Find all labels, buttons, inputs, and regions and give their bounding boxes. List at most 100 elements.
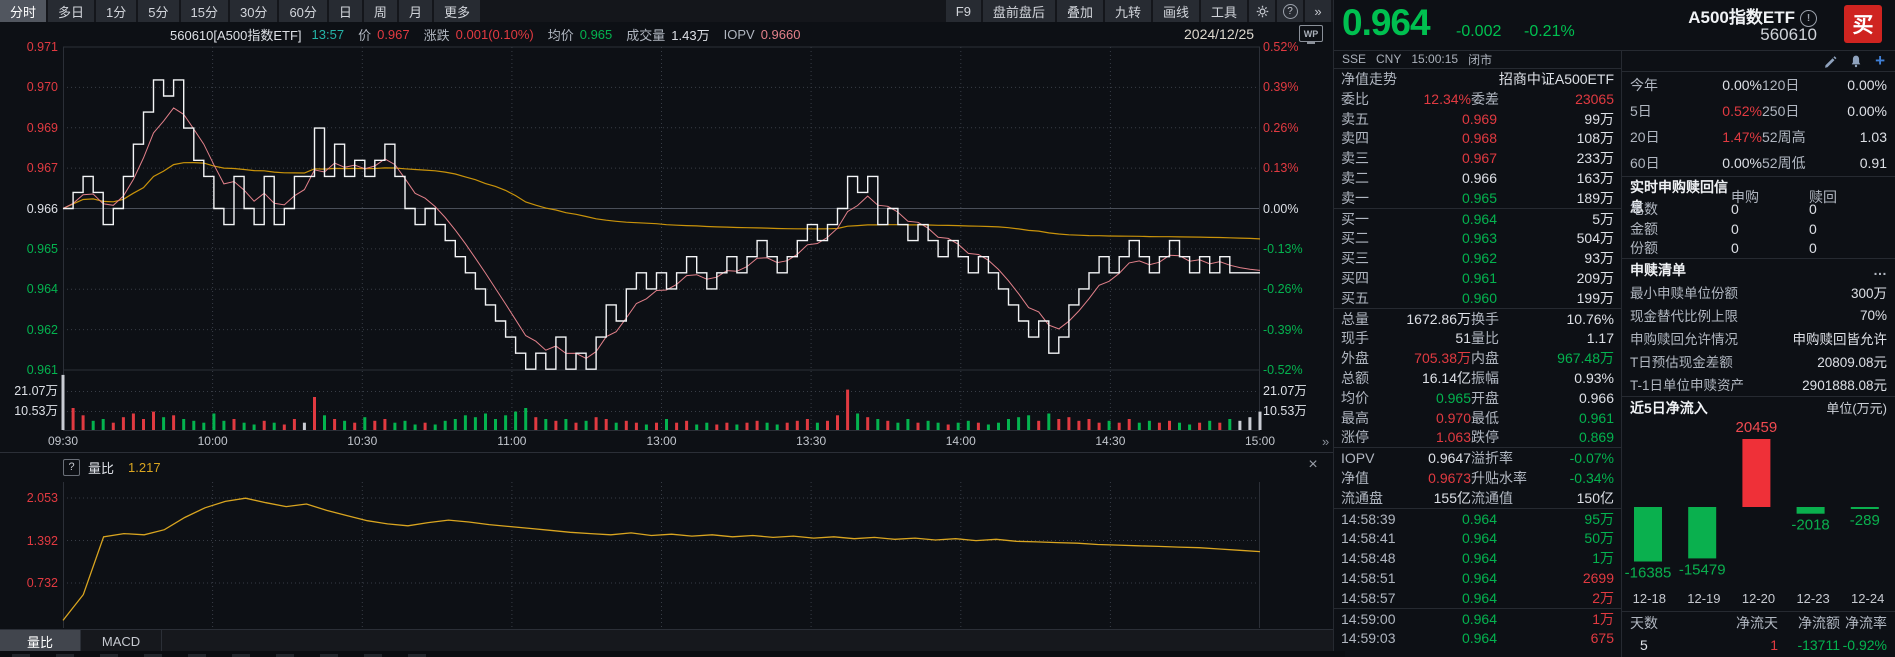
tick-time: 14:58:48 <box>1341 550 1396 567</box>
bid-row[interactable]: 买二 0.963 504万 <box>1334 228 1621 248</box>
quote-time: 13:57 <box>311 26 345 42</box>
buy-button[interactable]: 买 <box>1844 5 1882 43</box>
tool-item-叠加[interactable]: 叠加 <box>1056 0 1103 22</box>
percent-axis-label: -0.52% <box>1263 363 1303 377</box>
panel-collapse-handle[interactable]: » <box>1322 434 1329 449</box>
help-icon[interactable]: ? <box>1277 0 1303 22</box>
shenshu-row: 申购赎回允许情况 申购赎回皆允许 <box>1622 327 1895 350</box>
tick-time: 14:58:39 <box>1341 510 1396 527</box>
percent-axis-label: -0.39% <box>1263 322 1303 337</box>
indicator-tab-量比[interactable]: 量比 <box>0 630 81 652</box>
quote-header: 0.964 -0.002 -0.21% A500指数ETF! 560610 买 <box>1334 0 1895 51</box>
ask-row[interactable]: 卖五 0.969 99万 <box>1334 109 1621 129</box>
value: 0.970 <box>1435 409 1471 426</box>
tool-item-画线[interactable]: 画线 <box>1152 0 1199 22</box>
ask-label: 卖五 <box>1341 110 1369 127</box>
security-code: 560610 <box>1760 25 1817 44</box>
ask-row[interactable]: 卖一 0.965 189万 <box>1334 188 1621 208</box>
svg-text:-2018: -2018 <box>1791 516 1829 533</box>
perf-value: 0.91 <box>1859 155 1887 171</box>
shenshu-row: 现金替代比例上限 70% <box>1622 304 1895 327</box>
price-label: 价 <box>358 27 372 43</box>
iopv-label: IOPV <box>723 26 755 42</box>
period-tab-1分[interactable]: 1分 <box>96 0 137 22</box>
netflow-footer-headers: 天数 净流天 净流额 净流率 <box>1622 610 1895 634</box>
ask-price: 0.968 <box>1461 130 1497 147</box>
period-tab-5分[interactable]: 5分 <box>138 0 179 22</box>
bid-price: 0.964 <box>1461 210 1497 227</box>
indicator-tab-MACD[interactable]: MACD <box>81 630 162 652</box>
ask-row[interactable]: 卖三 0.967 233万 <box>1334 148 1621 168</box>
perf-label: 60日 <box>1630 155 1660 171</box>
netflow-footer-value: 5 <box>1640 636 1648 653</box>
perf-label: 20日 <box>1630 129 1660 145</box>
value: 967.48万 <box>1557 350 1614 367</box>
period-tab-分时[interactable]: 分时 <box>0 0 47 22</box>
volume-axis-label: 10.53万 <box>1263 404 1307 418</box>
perf-value: 0.00% <box>1847 77 1887 93</box>
price-axis-label: 0.966 <box>26 201 58 216</box>
bid-price: 0.962 <box>1461 250 1497 267</box>
period-tab-日[interactable]: 日 <box>328 0 362 22</box>
time-axis-label: 14:30 <box>1095 434 1126 448</box>
rt-label: 金额 <box>1630 220 1658 237</box>
time-axis-label: 10:30 <box>347 434 378 448</box>
period-tab-多日[interactable]: 多日 <box>48 0 95 22</box>
toolbar-right: F9 盘前盘后 叠加 九转 画线 工具 ? » <box>945 0 1333 22</box>
tick-row: 14:59:00 0.964 1万 <box>1334 609 1621 629</box>
subchart-legend: ? 量比 1.217 <box>63 456 161 478</box>
rt-redeem: 0 <box>1809 220 1817 237</box>
tool-item-盘前盘后[interactable]: 盘前盘后 <box>982 0 1055 22</box>
perf-label: 5日 <box>1630 103 1652 119</box>
volume-axis-label: 10.53万 <box>14 404 58 418</box>
indicator-help-icon[interactable]: ? <box>63 458 80 476</box>
percent-axis-label: 0.26% <box>1263 120 1299 135</box>
percent-axis-label: -0.26% <box>1263 282 1303 297</box>
toolbar-expand-icon[interactable]: » <box>1305 0 1331 22</box>
tool-item-工具[interactable]: 工具 <box>1200 0 1247 22</box>
period-tab-15分[interactable]: 15分 <box>180 0 228 22</box>
tick-row: 14:59:03 0.964 675 <box>1334 628 1621 648</box>
tool-item-F9[interactable]: F9 <box>945 0 981 22</box>
rt-subscribe: 0 <box>1731 220 1739 237</box>
realtime-row: 份额 0 0 <box>1622 238 1895 258</box>
tick-volume: 2万 <box>1592 589 1614 606</box>
alert-bell-icon[interactable] <box>1849 54 1863 68</box>
value: 51 <box>1455 330 1471 347</box>
ask-row[interactable]: 卖二 0.966 163万 <box>1334 168 1621 188</box>
period-tab-30分[interactable]: 30分 <box>229 0 278 22</box>
time-axis-label: 10:00 <box>197 434 228 448</box>
bid-row[interactable]: 买五 0.960 199万 <box>1334 288 1621 308</box>
price-value: 0.967 <box>377 26 410 42</box>
ask-row[interactable]: 卖四 0.968 108万 <box>1334 128 1621 148</box>
more-ellipsis[interactable]: … <box>1873 262 1887 278</box>
ss-label: T日预估现金差额 <box>1630 355 1733 370</box>
ask-volume: 189万 <box>1576 189 1614 206</box>
time-axis-label: 09:30 <box>47 434 79 448</box>
subchart-close-icon[interactable]: × <box>1304 456 1322 474</box>
stat-row: 净值 0.9673 升贴水率 -0.34% <box>1334 468 1621 488</box>
tool-item-九转[interactable]: 九转 <box>1104 0 1151 22</box>
period-tab-更多[interactable]: 更多 <box>433 0 480 22</box>
period-tab-周[interactable]: 周 <box>363 0 397 22</box>
edit-pencil-icon[interactable] <box>1823 54 1837 68</box>
add-plus-icon[interactable]: + <box>1875 52 1885 69</box>
bid-row[interactable]: 买四 0.961 209万 <box>1334 268 1621 288</box>
tick-time: 14:58:57 <box>1341 589 1396 606</box>
bid-label: 买五 <box>1341 289 1369 306</box>
value: -0.34% <box>1569 469 1614 486</box>
value: 0.965 <box>1435 389 1471 406</box>
value: 1.063 <box>1435 429 1471 446</box>
period-tab-60分[interactable]: 60分 <box>279 0 327 22</box>
period-tab-月[interactable]: 月 <box>398 0 432 22</box>
bid-row[interactable]: 买三 0.962 93万 <box>1334 248 1621 268</box>
bid-volume: 93万 <box>1584 250 1614 267</box>
netflow-bar-chart: -16385 -15479 20459 -2018 -289 <box>1622 419 1895 591</box>
performance-row: 60日 0.00% 52周低 0.91 <box>1622 150 1895 176</box>
bid-volume: 504万 <box>1576 230 1614 247</box>
label: 振幅 <box>1471 369 1499 386</box>
perf-value: 0.52% <box>1722 103 1762 119</box>
label: 流通盘 <box>1341 489 1383 506</box>
bid-row[interactable]: 买一 0.964 5万 <box>1334 209 1621 229</box>
settings-gear-icon[interactable] <box>1249 0 1275 22</box>
